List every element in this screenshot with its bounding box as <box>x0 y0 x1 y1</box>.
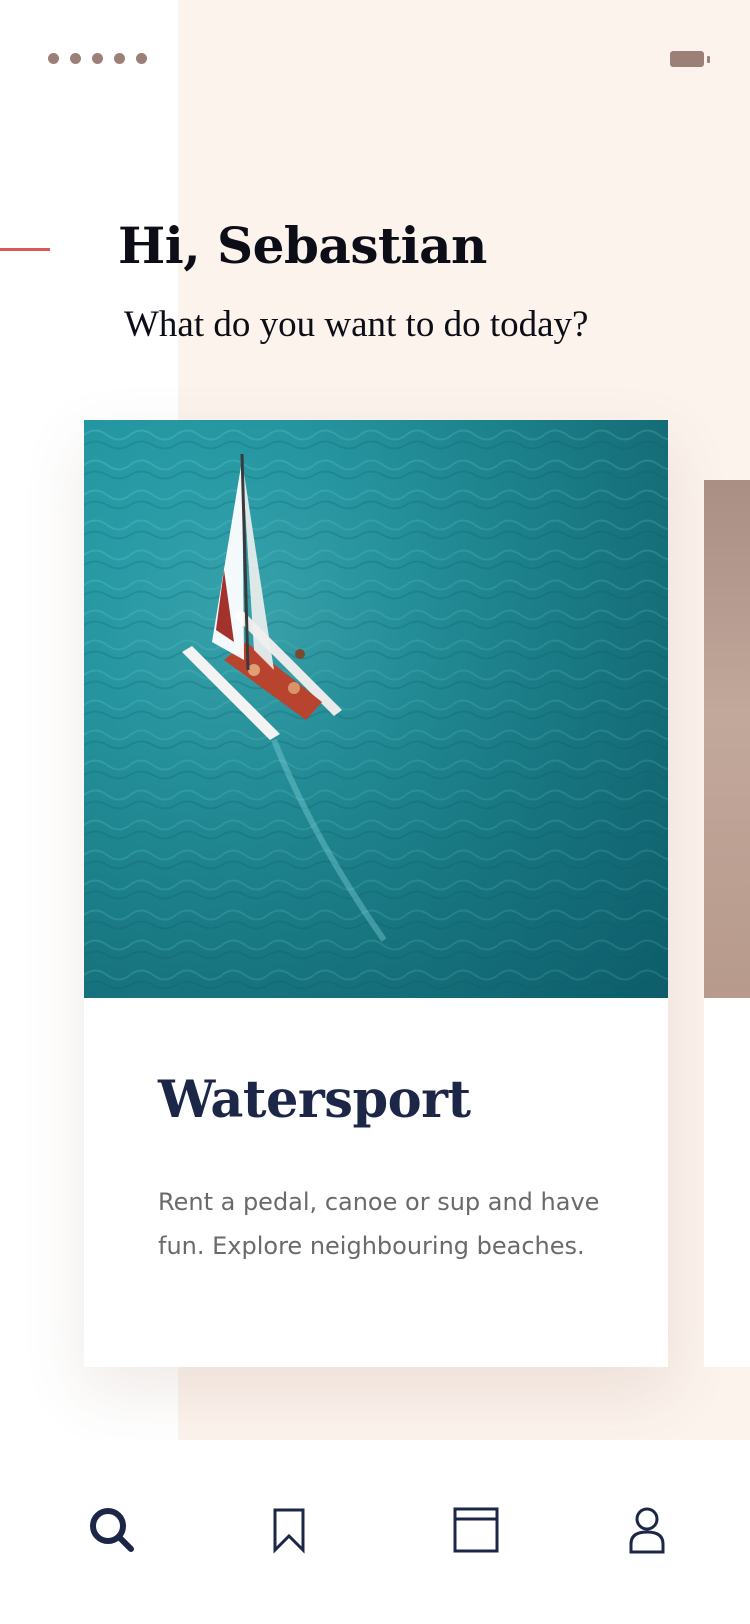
catamaran-sailing-photo <box>84 420 668 998</box>
activity-card-watersport[interactable]: Watersport Rent a pedal, canoe or sup an… <box>84 420 668 1367</box>
card-description: Rent a pedal, canoe or sup and have fun.… <box>158 1188 600 1260</box>
card-title: Watersport <box>158 1070 471 1130</box>
search-icon <box>90 1508 134 1552</box>
tab-bar <box>0 1440 750 1624</box>
tab-search[interactable] <box>82 1500 142 1560</box>
signal-dots-icon <box>48 53 147 64</box>
tab-calendar[interactable] <box>446 1500 506 1560</box>
profile-icon <box>629 1507 665 1554</box>
greeting-title: Hi, Sebastian <box>118 216 487 275</box>
activity-card-next[interactable] <box>704 480 750 1367</box>
bookmark-icon <box>273 1508 305 1554</box>
battery-icon <box>670 51 710 67</box>
subheading: What do you want to do today? <box>124 304 589 345</box>
next-card-photo <box>704 480 750 998</box>
tab-profile[interactable] <box>617 1500 677 1560</box>
calendar-icon <box>453 1507 499 1553</box>
accent-line <box>0 248 50 251</box>
tab-bookmarks[interactable] <box>259 1500 319 1560</box>
